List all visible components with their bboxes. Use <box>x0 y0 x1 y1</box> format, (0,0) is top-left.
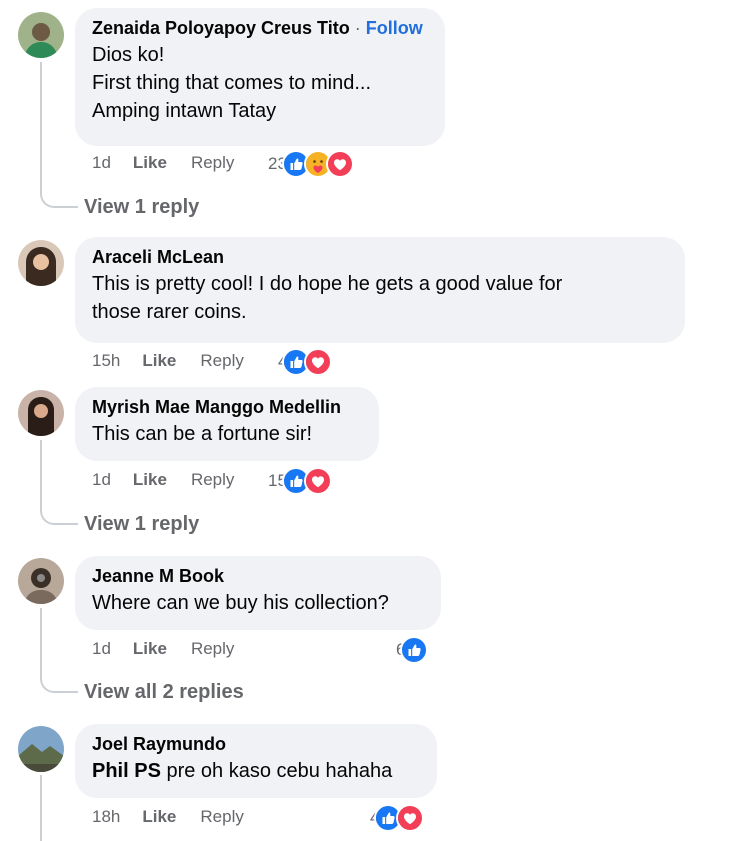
reply-button[interactable]: Reply <box>191 470 234 490</box>
reply-button[interactable]: Reply <box>200 351 243 371</box>
avatar[interactable] <box>18 558 64 604</box>
love-icon <box>325 150 354 178</box>
comment-bubble: Araceli McLean This is pretty cool! I do… <box>75 237 685 343</box>
like-button[interactable]: Like <box>142 351 176 371</box>
love-icon <box>303 467 332 495</box>
thread-connector <box>40 675 78 693</box>
comment-timestamp[interactable]: 1d <box>92 639 111 659</box>
view-replies-link[interactable]: View all 2 replies <box>84 681 244 704</box>
reaction-summary[interactable]: 4 <box>278 348 333 376</box>
thread-line <box>40 608 42 678</box>
comment-text: Where can we buy his collection? <box>92 592 389 614</box>
comment-text: Dios ko! <box>92 44 165 66</box>
comment-bubble: Zenaida Poloyapoy Creus Tito · Follow Di… <box>75 8 445 146</box>
comment-bubble: Myrish Mae Manggo Medellin This can be a… <box>75 387 379 461</box>
reaction-summary[interactable]: 23 <box>268 150 354 178</box>
love-icon <box>396 804 425 832</box>
thread-line <box>40 62 42 192</box>
comment-author-line: Zenaida Poloyapoy Creus Tito · Follow <box>92 17 427 39</box>
comment-bubble: Joel Raymundo Phil PS pre oh kaso cebu h… <box>75 724 437 798</box>
love-icon <box>304 348 333 376</box>
comment-timestamp[interactable]: 15h <box>92 351 120 371</box>
comment-actions: 15h Like Reply <box>92 349 244 373</box>
comment-text: Amping intawn Tatay <box>92 100 277 122</box>
comment-actions: 1d Like Reply <box>92 637 234 661</box>
mention-link[interactable]: Phil PS <box>92 760 161 782</box>
comment-bubble: Jeanne M Book Where can we buy his colle… <box>75 556 441 630</box>
comment-timestamp[interactable]: 1d <box>92 470 111 490</box>
like-icon <box>400 636 429 664</box>
comment-text: those rarer coins. <box>92 301 247 323</box>
comment-author[interactable]: Joel Raymundo <box>92 733 419 755</box>
comment-text: First thing that comes to mind... <box>92 72 371 94</box>
comment-actions: 18h Like Reply <box>92 805 244 829</box>
avatar[interactable] <box>18 390 64 436</box>
follow-button[interactable]: Follow <box>366 18 423 38</box>
separator-dot: · <box>354 18 361 38</box>
thread-line <box>40 775 42 841</box>
reaction-summary[interactable]: 6 <box>396 636 429 664</box>
reply-button[interactable]: Reply <box>191 153 234 173</box>
comment-text-line: Phil PS pre oh kaso cebu hahaha <box>92 757 419 785</box>
thread-connector <box>40 507 78 525</box>
comment-actions: 1d Like Reply <box>92 151 234 175</box>
comment-text: pre oh kaso cebu hahaha <box>160 760 393 782</box>
like-button[interactable]: Like <box>133 639 167 659</box>
like-button[interactable]: Like <box>133 470 167 490</box>
comment-author[interactable]: Araceli McLean <box>92 246 667 268</box>
reply-button[interactable]: Reply <box>191 639 234 659</box>
avatar[interactable] <box>18 240 64 286</box>
reaction-summary[interactable]: 15 <box>268 467 332 495</box>
avatar[interactable] <box>18 726 64 772</box>
view-replies-link[interactable]: View 1 reply <box>84 513 199 536</box>
comment-author[interactable]: Myrish Mae Manggo Medellin <box>92 396 361 418</box>
comment-timestamp[interactable]: 18h <box>92 807 120 827</box>
thread-line <box>40 440 42 510</box>
like-button[interactable]: Like <box>133 153 167 173</box>
view-replies-link[interactable]: View 1 reply <box>84 196 199 219</box>
comment-author[interactable]: Jeanne M Book <box>92 565 423 587</box>
comment-author[interactable]: Zenaida Poloyapoy Creus Tito <box>92 18 350 38</box>
thread-connector <box>40 190 78 208</box>
avatar[interactable] <box>18 12 64 58</box>
comment-timestamp[interactable]: 1d <box>92 153 111 173</box>
comment-text: This can be a fortune sir! <box>92 423 313 445</box>
comment-actions: 1d Like Reply <box>92 468 234 492</box>
comment-text: This is pretty cool! I do hope he gets a… <box>92 273 563 295</box>
reply-button[interactable]: Reply <box>200 807 243 827</box>
like-button[interactable]: Like <box>142 807 176 827</box>
reaction-summary[interactable]: 4 <box>370 804 425 832</box>
